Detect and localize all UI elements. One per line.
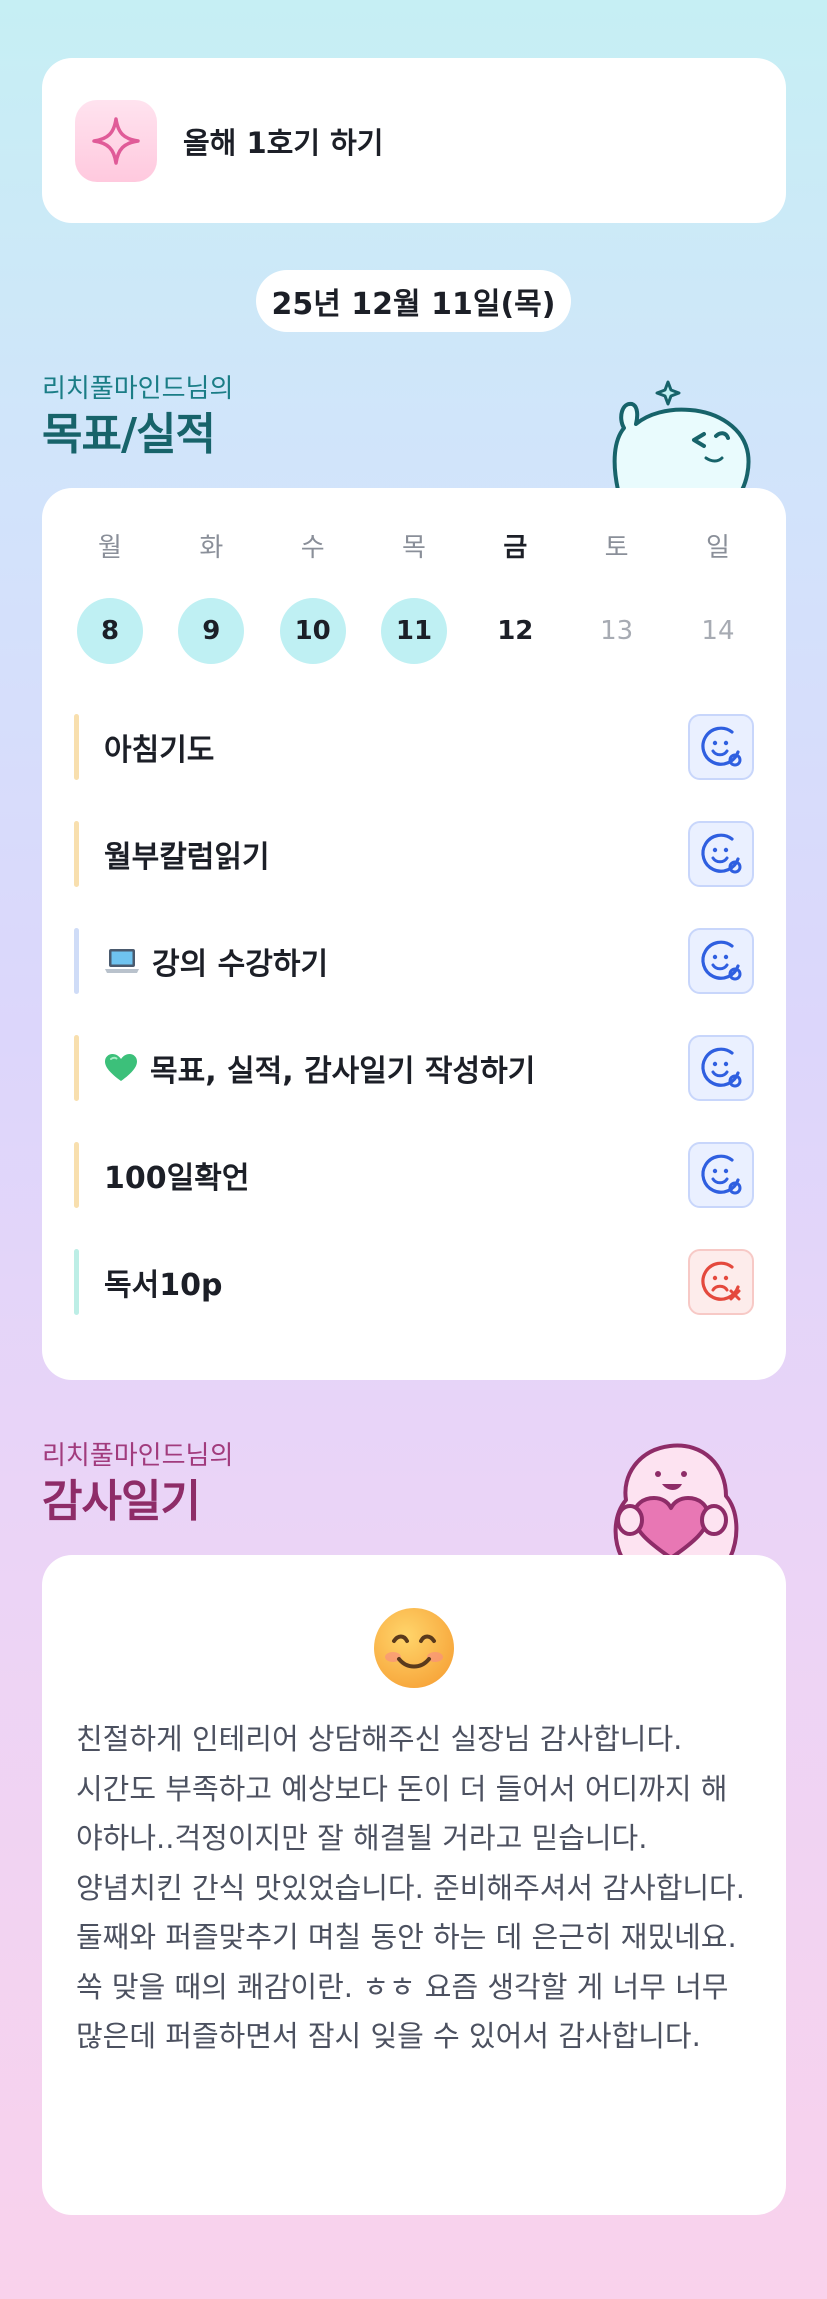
goal-color-bar (74, 1248, 79, 1315)
goal-item[interactable]: 월부칼럼읽기 (74, 800, 754, 907)
goal-text: 100일확언 (104, 1160, 250, 1196)
goal-item[interactable]: 100일확언 (74, 1121, 754, 1228)
goal-item[interactable]: 아침기도 (74, 693, 754, 800)
day-mon[interactable]: 월 8 (76, 528, 144, 664)
goal-color-bar (74, 1034, 79, 1101)
gratitude-section-title: 감사일기 (42, 1476, 201, 1527)
day-sat[interactable]: 토 13 (583, 528, 651, 664)
laptop-icon (104, 946, 140, 976)
day-number[interactable]: 13 (584, 598, 650, 664)
status-achieved-button[interactable] (688, 820, 754, 887)
happy-face-icon (701, 726, 742, 766)
sad-face-icon (701, 1261, 741, 1301)
day-label: 금 (503, 533, 528, 563)
heart-mascot-icon (598, 1430, 754, 1562)
yearly-goal-title: 올해 1호기 하기 (183, 125, 384, 160)
happy-face-icon (701, 940, 742, 980)
goal-text: 아침기도 (104, 732, 215, 768)
gratitude-card: 친절하게 인테리어 상담해주신 실장님 감사합니다. 시간도 부족하고 예상보다… (42, 1555, 786, 2215)
day-label: 월 (98, 533, 122, 563)
goal-color-bar (74, 1141, 79, 1208)
day-thu[interactable]: 목 11 (380, 528, 448, 664)
goal-text: 목표, 실적, 감사일기 작성하기 (150, 1053, 536, 1089)
day-sun[interactable]: 일 14 (684, 528, 752, 664)
goal-color-bar (74, 713, 79, 780)
goal-color-bar (74, 927, 79, 994)
goal-text-wrap: 목표, 실적, 감사일기 작성하기 (104, 1046, 535, 1090)
status-missed-button[interactable] (688, 1248, 754, 1315)
status-achieved-button[interactable] (688, 1034, 754, 1101)
goals-section-title: 목표/실적 (42, 409, 216, 460)
goal-text-wrap: 강의 수강하기 (104, 939, 328, 983)
gratitude-text: 친절하게 인테리어 상담해주신 실장님 감사합니다. 시간도 부족하고 예상보다… (76, 1722, 745, 2053)
day-label: 화 (199, 533, 224, 563)
smiling-face-icon (371, 1605, 457, 1695)
date-selector[interactable]: 25년 12월 11일(목) (256, 270, 571, 332)
day-number[interactable]: 9 (178, 598, 245, 664)
day-number[interactable]: 11 (380, 598, 447, 664)
day-number[interactable]: 10 (279, 598, 346, 664)
sparkle-icon (75, 99, 157, 182)
goal-text: 강의 수강하기 (152, 946, 329, 982)
day-label: 수 (300, 533, 325, 563)
goal-list: 아침기도 월부칼럼읽기 강의 수강하기 목표, 실적, 감사일기 작성하기 10… (74, 693, 754, 1335)
day-fri[interactable]: 금 12 (481, 528, 549, 664)
day-label: 일 (706, 533, 730, 563)
day-number[interactable]: 12 (482, 598, 548, 664)
goal-text: 월부칼럼읽기 (104, 839, 270, 875)
yearly-goal-card[interactable]: 올해 1호기 하기 (42, 58, 786, 223)
happy-face-icon (701, 833, 742, 873)
day-wed[interactable]: 수 10 (279, 528, 347, 664)
status-achieved-button[interactable] (688, 713, 754, 780)
day-label: 토 (604, 533, 629, 563)
day-tue[interactable]: 화 9 (177, 528, 245, 664)
happy-face-icon (701, 1154, 742, 1194)
goal-text: 독서10p (104, 1267, 223, 1303)
week-calendar: 월 8 화 9 수 10 목 11 금 12 토 13 일 14 (76, 528, 752, 664)
day-label: 목 (402, 533, 426, 563)
day-number[interactable]: 14 (685, 598, 751, 664)
waving-mascot-icon (598, 362, 758, 494)
day-number[interactable]: 8 (77, 598, 143, 664)
status-achieved-button[interactable] (688, 927, 754, 994)
green-heart-icon (104, 1053, 138, 1083)
goal-color-bar (74, 820, 79, 887)
goal-item[interactable]: 독서10p (74, 1228, 754, 1335)
goals-card: 월 8 화 9 수 10 목 11 금 12 토 13 일 14 아침기도 월부… (42, 488, 786, 1380)
status-achieved-button[interactable] (688, 1141, 754, 1208)
goal-item[interactable]: 강의 수강하기 (74, 907, 754, 1014)
happy-face-icon (701, 1047, 742, 1087)
goal-item[interactable]: 목표, 실적, 감사일기 작성하기 (74, 1014, 754, 1121)
